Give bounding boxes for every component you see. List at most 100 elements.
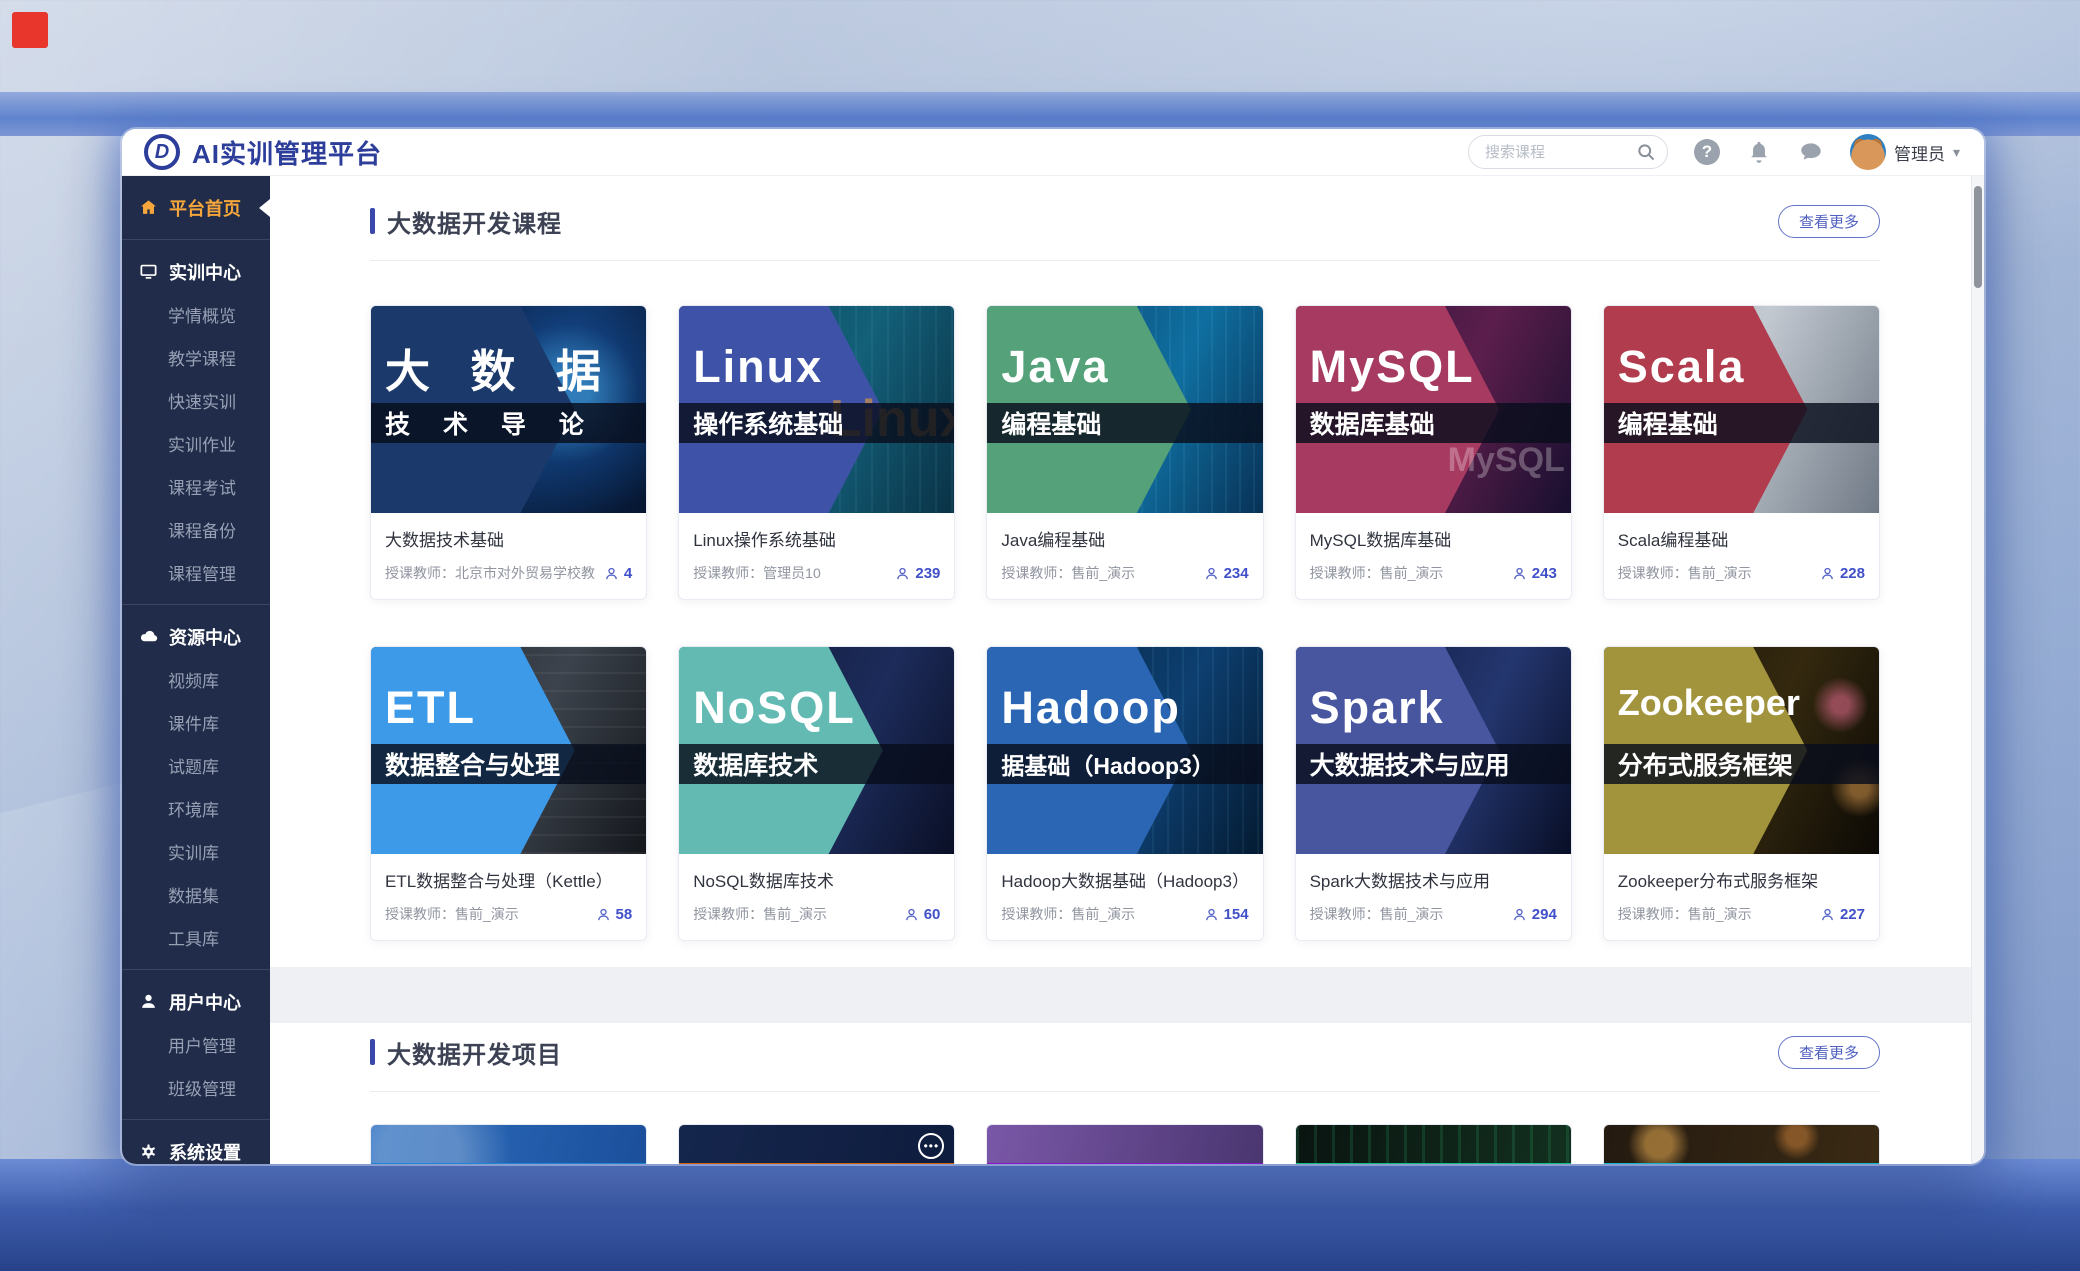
app-logo: D [144,134,180,170]
scrollbar-thumb[interactable] [1974,186,1982,288]
project-cover [1604,1125,1879,1163]
active-notch [259,199,270,217]
project-card[interactable]: 大数据开发案例 [1603,1124,1880,1164]
search-box [1468,135,1668,169]
project-card[interactable]: ••• 大数据开发案例 [678,1124,955,1164]
cover-subtitle: 分布式服务框架 [1604,744,1879,784]
cover-subtitle: 据基础（Hadoop3） [987,744,1262,784]
app-title: AI实训管理平台 [192,134,382,171]
section-title-bar [370,208,375,234]
messages-button[interactable] [1798,139,1824,165]
sidebar-divider [122,969,270,970]
course-name: ETL数据整合与处理（Kettle） [385,867,632,892]
cover-title: Java [1001,341,1109,393]
sidebar-item-training-library[interactable]: 实训库 [122,830,270,873]
app-header: D AI实训管理平台 ? 管理员 ▾ [122,129,1984,176]
project-banner: 大数据开发案例 [371,1163,646,1164]
course-card[interactable]: ETL 数据整合与处理 ETL数据整合与处理（Kettle） 授课教师：售前_演… [370,646,647,941]
section-title: 大数据开发项目 [387,1035,562,1070]
sidebar-item-training-homework[interactable]: 实训作业 [122,422,270,465]
project-cover [1296,1125,1571,1163]
course-cover: NoSQL 数据库技术 [679,647,954,854]
help-icon: ? [1694,139,1720,165]
main-content: 大数据开发课程 查看更多 大 数 据 技 术 导 论 大数据技术基础 [270,176,1984,1164]
person-icon [596,907,611,922]
course-card[interactable]: Linux Linux 操作系统基础 Linux操作系统基础 授课教师：管理员1… [678,305,955,600]
sidebar-item-quick-training[interactable]: 快速实训 [122,379,270,422]
sidebar-item-user-management[interactable]: 用户管理 [122,1023,270,1066]
section-big-data-courses: 大数据开发课程 查看更多 大 数 据 技 术 导 论 大数据技术基础 [270,198,1984,941]
person-icon [1512,907,1527,922]
course-name: MySQL数据库基础 [1310,526,1557,551]
course-name: Hadoop大数据基础（Hadoop3） [1001,867,1248,892]
sidebar-item-class-management[interactable]: 班级管理 [122,1066,270,1109]
project-banner: 大数据开发案例 [1604,1163,1879,1164]
notifications-button[interactable] [1746,139,1772,165]
sidebar-item-resource-center[interactable]: 资源中心 [122,615,270,658]
section-big-data-projects: 大数据开发项目 查看更多 大数据开发案例 ••• 大数据 [270,1029,1984,1164]
content-scrollbar[interactable] [1971,176,1984,1164]
sidebar-item-datasets[interactable]: 数据集 [122,873,270,916]
course-name: Java编程基础 [1001,526,1248,551]
sidebar-item-question-library[interactable]: 试题库 [122,744,270,787]
course-card[interactable]: Java 编程基础 Java编程基础 授课教师：售前_演示 234 [986,305,1263,600]
course-card[interactable]: Zookeeper 分布式服务框架 Zookeeper分布式服务框架 授课教师：… [1603,646,1880,941]
user-menu[interactable]: 管理员 ▾ [1850,134,1960,170]
view-more-button[interactable]: 查看更多 [1778,205,1880,238]
sidebar-item-environment-library[interactable]: 环境库 [122,787,270,830]
course-cover: Spark 大数据技术与应用 [1296,647,1571,854]
cover-title: Scala [1618,341,1746,393]
course-cover: Java 编程基础 [987,306,1262,513]
project-card[interactable]: 大数据开发案例 [986,1124,1263,1164]
sidebar-item-courseware-library[interactable]: 课件库 [122,701,270,744]
person-icon [1204,566,1219,581]
course-card[interactable]: NoSQL 数据库技术 NoSQL数据库技术 授课教师：售前_演示 60 [678,646,955,941]
user-icon [139,992,158,1011]
sidebar-item-tool-library[interactable]: 工具库 [122,916,270,959]
logo-letter: D [155,141,169,164]
person-icon [1512,566,1527,581]
course-teacher: 授课教师：售前_演示 [1618,563,1752,583]
record-indicator [12,12,48,48]
project-card[interactable]: 大数据开发案例 [1295,1124,1572,1164]
view-more-button[interactable]: 查看更多 [1778,1036,1880,1069]
sidebar-item-video-library[interactable]: 视频库 [122,658,270,701]
sidebar-item-platform-home[interactable]: 平台首页 [122,186,270,229]
sidebar-item-system-settings[interactable]: 系统设置 [122,1130,270,1164]
project-card[interactable]: 大数据开发案例 [370,1124,647,1164]
course-teacher: 授课教师：售前_演示 [1618,904,1752,924]
sidebar-item-course-exams[interactable]: 课程考试 [122,465,270,508]
cover-subtitle: 编程基础 [1604,403,1879,443]
sidebar-item-learning-overview[interactable]: 学情概览 [122,293,270,336]
search-icon[interactable] [1636,142,1656,162]
sidebar-item-user-center[interactable]: 用户中心 [122,980,270,1023]
sidebar-item-training-center[interactable]: 实训中心 [122,250,270,293]
course-teacher: 授课教师：售前_演示 [385,904,519,924]
user-avatar [1850,134,1886,170]
cover-title: Linux [693,341,823,393]
course-card[interactable]: Spark 大数据技术与应用 Spark大数据技术与应用 授课教师：售前_演示 … [1295,646,1572,941]
cover-title: 大 数 据 [385,335,615,400]
sidebar-item-teaching-courses[interactable]: 教学课程 [122,336,270,379]
sidebar-divider [122,239,270,240]
course-card[interactable]: MySQL MySQL 数据库基础 MySQL数据库基础 授课教师：售前_演示 [1295,305,1572,600]
project-grid: 大数据开发案例 ••• 大数据开发案例 大数据开发案例 [370,1124,1880,1164]
course-grid: 大 数 据 技 术 导 论 大数据技术基础 授课教师：北京市对外贸易学校教...… [370,305,1880,941]
bell-icon [1746,139,1772,165]
sidebar-item-course-backup[interactable]: 课程备份 [122,508,270,551]
course-card[interactable]: Scala 编程基础 Scala编程基础 授课教师：售前_演示 228 [1603,305,1880,600]
course-cover: Zookeeper 分布式服务框架 [1604,647,1879,854]
course-cover: Hadoop 据基础（Hadoop3） [987,647,1262,854]
person-icon [1204,907,1219,922]
course-cover: Scala 编程基础 [1604,306,1879,513]
project-cover [987,1125,1262,1163]
help-button[interactable]: ? [1694,139,1720,165]
course-teacher: 授课教师：管理员10 [693,563,821,583]
course-card[interactable]: Hadoop 据基础（Hadoop3） Hadoop大数据基础（Hadoop3）… [986,646,1263,941]
user-name: 管理员 [1894,140,1945,165]
course-card[interactable]: 大 数 据 技 术 导 论 大数据技术基础 授课教师：北京市对外贸易学校教...… [370,305,647,600]
person-icon [1820,907,1835,922]
section-title: 大数据开发课程 [387,204,562,239]
sidebar-item-label: 用户中心 [169,989,241,1015]
sidebar-item-course-management[interactable]: 课程管理 [122,551,270,594]
